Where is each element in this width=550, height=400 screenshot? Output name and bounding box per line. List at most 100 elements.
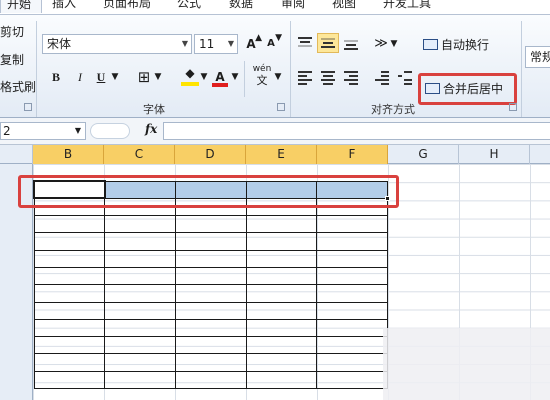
table-cell[interactable] <box>174 266 247 286</box>
chevron-down-icon[interactable]: ▼ <box>111 67 119 87</box>
column-header-b[interactable]: B <box>33 145 104 164</box>
table-cell[interactable] <box>104 284 176 303</box>
table-cell[interactable] <box>33 336 106 355</box>
table-cell[interactable] <box>316 353 388 372</box>
table-cell[interactable] <box>245 318 318 338</box>
select-all-corner[interactable] <box>0 145 33 164</box>
table-cell[interactable] <box>245 266 318 286</box>
cut-button[interactable]: 剪切 <box>0 23 24 40</box>
table-cell[interactable] <box>316 266 388 286</box>
tab-insert[interactable]: 插入 <box>52 0 76 13</box>
table-cell[interactable] <box>104 318 176 338</box>
insert-function-icon[interactable]: fx <box>145 122 157 136</box>
table-cell[interactable] <box>104 249 176 268</box>
table-cell[interactable] <box>104 336 176 355</box>
align-top-icon[interactable] <box>298 37 312 49</box>
font-name-select[interactable]: 宋体 ▼ <box>42 34 192 54</box>
tab-review[interactable]: 审阅 <box>281 0 305 13</box>
table-cell[interactable] <box>245 232 318 251</box>
table-cell[interactable] <box>316 370 388 390</box>
bordered-table[interactable] <box>33 179 388 390</box>
table-cell[interactable] <box>174 249 247 268</box>
table-cell[interactable] <box>174 370 247 390</box>
decrease-indent-icon[interactable] <box>375 71 389 85</box>
phonetic-guide-button[interactable]: wén 文 <box>250 63 274 87</box>
borders-button[interactable]: ⊞ <box>135 67 153 87</box>
increase-indent-icon[interactable] <box>398 71 412 85</box>
underline-button[interactable]: U <box>93 67 109 87</box>
clipboard-dialog-launcher-icon[interactable] <box>24 103 32 111</box>
bold-button[interactable]: B <box>47 67 65 87</box>
align-center-icon[interactable] <box>321 71 335 85</box>
table-cell[interactable] <box>316 336 388 355</box>
table-cell[interactable] <box>316 301 388 320</box>
align-left-icon[interactable] <box>298 71 312 85</box>
table-cell[interactable] <box>245 249 318 268</box>
tab-formulas[interactable]: 公式 <box>177 0 201 13</box>
table-cell[interactable] <box>245 215 318 234</box>
table-cell[interactable] <box>33 232 106 251</box>
table-cell[interactable] <box>104 353 176 372</box>
orientation-button[interactable]: ≫ <box>373 34 389 54</box>
alignment-dialog-launcher-icon[interactable] <box>509 103 517 111</box>
table-cell[interactable] <box>245 284 318 303</box>
tab-view[interactable]: 视图 <box>332 0 356 13</box>
italic-button[interactable]: I <box>72 67 88 87</box>
table-cell[interactable] <box>245 336 318 355</box>
chevron-down-icon[interactable]: ▼ <box>154 67 162 87</box>
align-bottom-icon[interactable] <box>344 37 358 50</box>
chevron-down-icon[interactable]: ▼ <box>390 34 398 54</box>
table-cell[interactable] <box>104 232 176 251</box>
column-header-e[interactable]: E <box>246 145 317 164</box>
table-cell[interactable] <box>316 249 388 268</box>
table-cell[interactable] <box>316 232 388 251</box>
table-cell[interactable] <box>33 370 106 390</box>
align-right-icon[interactable] <box>344 71 358 85</box>
table-cell[interactable] <box>245 353 318 372</box>
chevron-down-icon[interactable]: ▼ <box>274 67 282 87</box>
table-cell[interactable] <box>316 318 388 338</box>
table-cell[interactable] <box>33 284 106 303</box>
copy-button[interactable]: 复制 <box>0 51 24 68</box>
fill-handle[interactable] <box>385 196 390 201</box>
align-middle-button[interactable] <box>317 33 339 53</box>
table-cell[interactable] <box>174 215 247 234</box>
table-cell[interactable] <box>316 215 388 234</box>
font-color-button[interactable]: A <box>211 67 229 87</box>
table-cell[interactable] <box>33 215 106 234</box>
table-cell[interactable] <box>104 215 176 234</box>
formula-input[interactable] <box>163 122 550 140</box>
merge-center-button[interactable]: 合并后居中 <box>425 79 503 99</box>
number-format-select[interactable]: 常规 <box>525 46 550 68</box>
column-header-c[interactable]: C <box>104 145 175 164</box>
tab-page-layout[interactable]: 页面布局 <box>103 0 151 13</box>
fill-color-button[interactable]: ◆ <box>180 67 200 87</box>
table-cell[interactable] <box>104 266 176 286</box>
shrink-font-button[interactable]: A ▼ <box>263 33 282 54</box>
table-cell[interactable] <box>245 301 318 320</box>
table-cell[interactable] <box>33 249 106 268</box>
font-dialog-launcher-icon[interactable] <box>277 103 285 111</box>
wrap-text-button[interactable]: 自动换行 <box>423 35 489 55</box>
table-cell[interactable] <box>174 301 247 320</box>
table-cell[interactable] <box>174 336 247 355</box>
table-cell[interactable] <box>245 370 318 390</box>
table-cell[interactable] <box>316 284 388 303</box>
table-cell[interactable] <box>33 353 106 372</box>
table-cell[interactable] <box>104 370 176 390</box>
name-box[interactable]: 2 ▼ <box>0 122 86 140</box>
chevron-down-icon[interactable]: ▼ <box>231 67 239 87</box>
table-cell[interactable] <box>174 284 247 303</box>
tab-data[interactable]: 数据 <box>229 0 253 13</box>
tab-developer[interactable]: 开发工具 <box>383 0 431 13</box>
column-header-g[interactable]: G <box>388 145 459 164</box>
table-cell[interactable] <box>174 232 247 251</box>
chevron-down-icon[interactable]: ▼ <box>200 67 208 87</box>
column-header-f[interactable]: F <box>317 145 388 164</box>
tab-home[interactable]: 开始 <box>0 0 42 13</box>
font-size-select[interactable]: 11 ▼ <box>194 34 238 54</box>
formula-bar-expander[interactable] <box>90 123 130 139</box>
column-header-h[interactable]: H <box>459 145 530 164</box>
table-cell[interactable] <box>33 318 106 338</box>
table-cell[interactable] <box>33 266 106 286</box>
